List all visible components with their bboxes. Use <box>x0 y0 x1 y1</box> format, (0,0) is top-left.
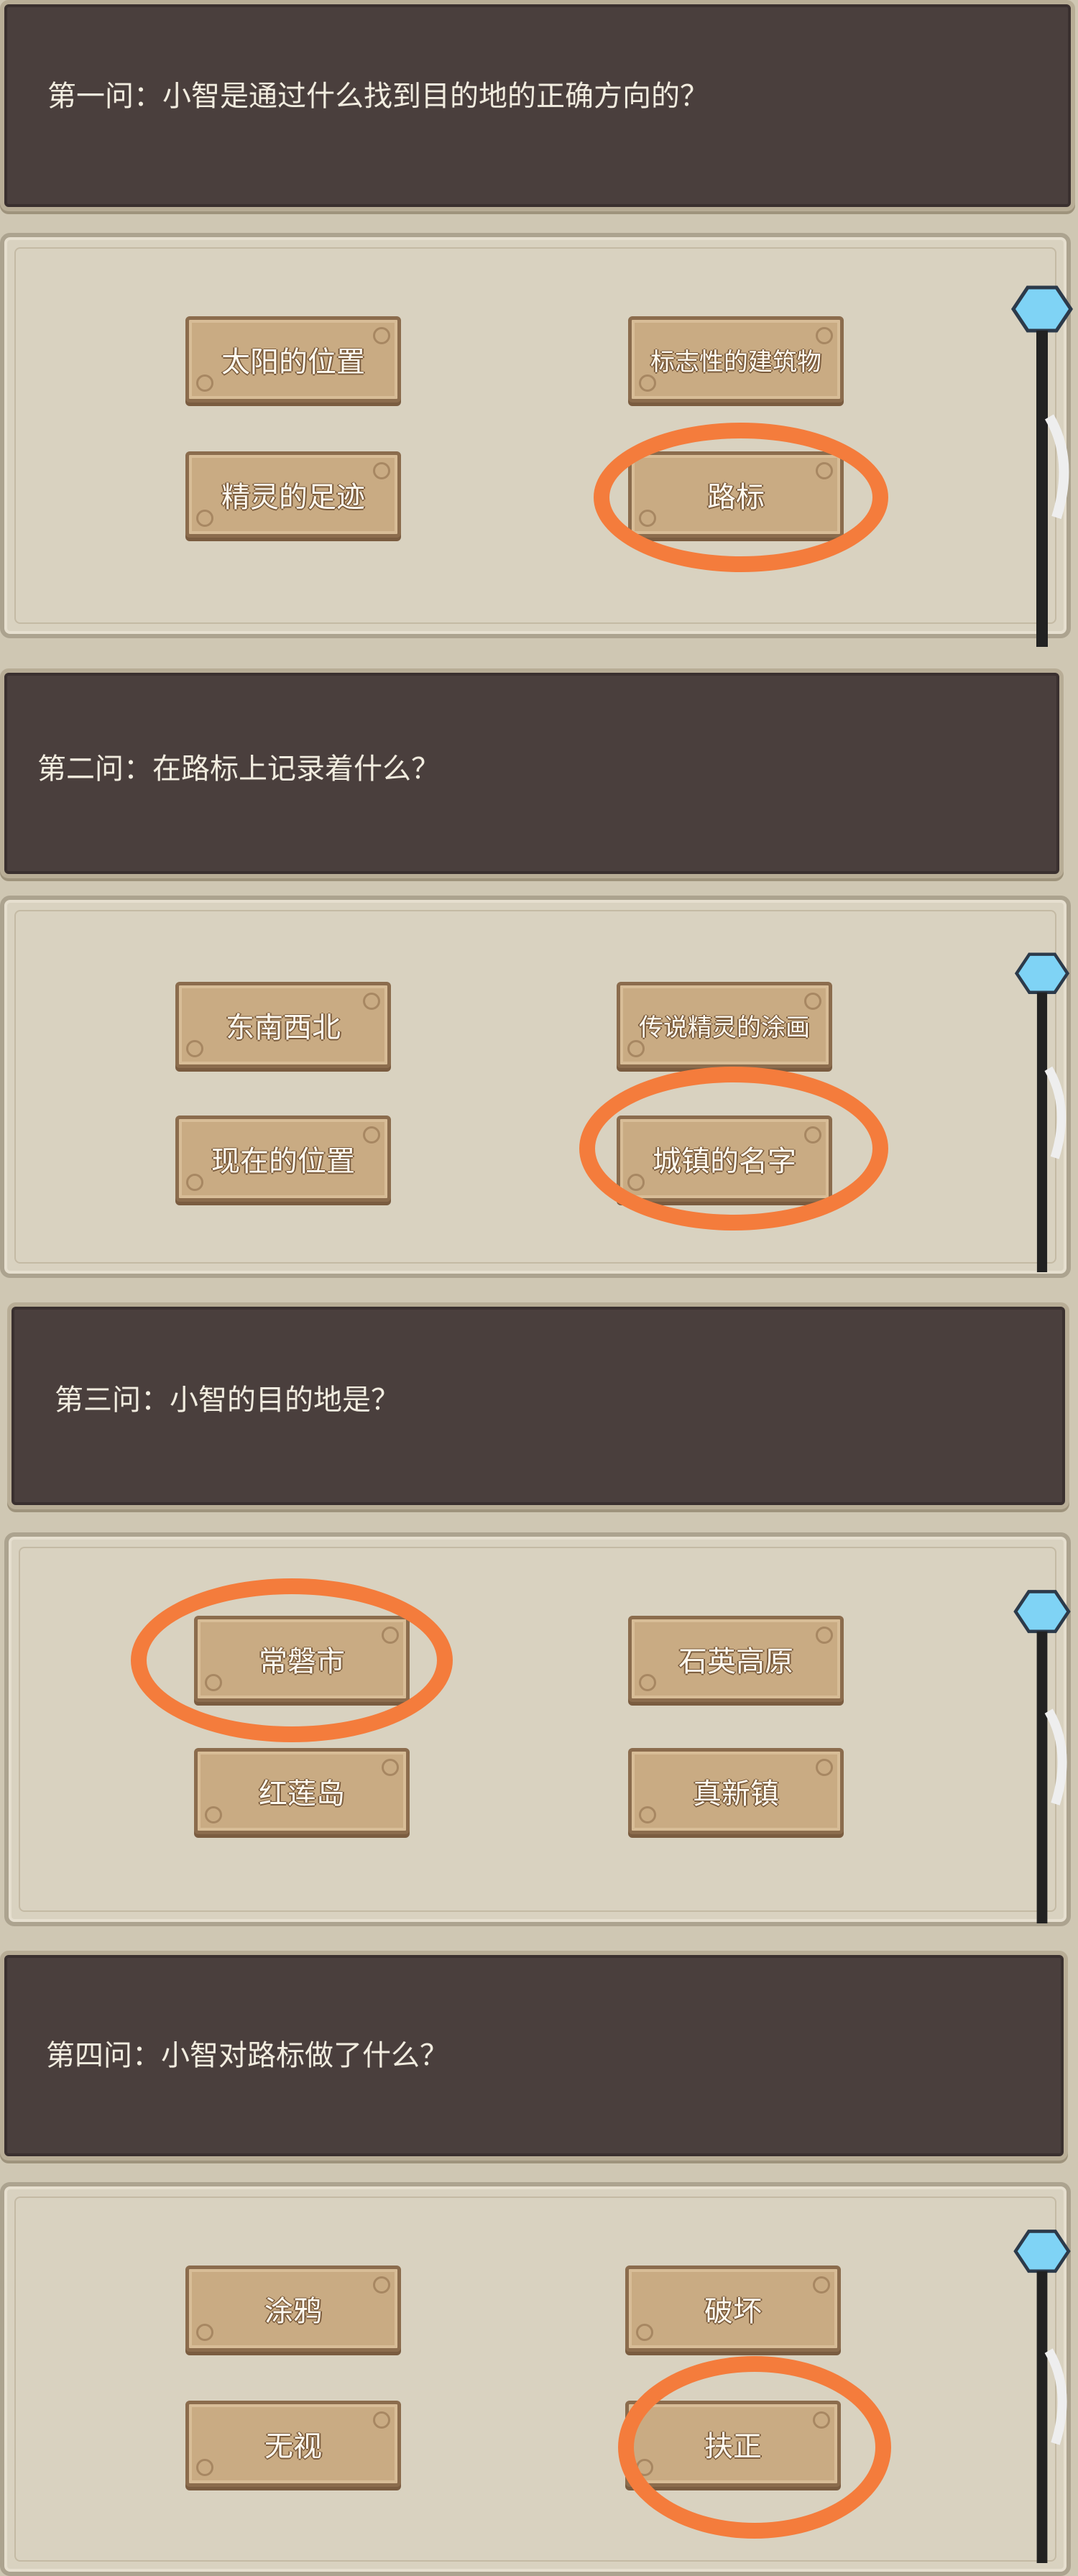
answer-button[interactable]: 精灵的足迹 <box>185 451 401 538</box>
answer-button[interactable]: 标志性的建筑物 <box>628 316 844 402</box>
quiz-section-4: 第四问：小智对路标做了什么？ 涂鸦 破坏 无视 扶正 <box>0 1941 1078 2576</box>
answer-panel <box>0 2182 1071 2576</box>
answer-label: 无视 <box>264 2430 322 2463</box>
answer-button[interactable]: 东南西北 <box>175 982 391 1068</box>
answer-label: 石英高原 <box>678 1645 793 1678</box>
answer-button[interactable]: 破坏 <box>625 2266 841 2352</box>
question-banner: 第一问：小智是通过什么找到目的地的正确方向的？ <box>0 0 1075 211</box>
answer-button[interactable]: 红莲岛 <box>194 1748 410 1834</box>
answer-button[interactable]: 无视 <box>185 2401 401 2487</box>
question-text: 第三问：小智的目的地是？ <box>55 1384 400 1417</box>
question-banner: 第二问：在路标上记录着什么？ <box>0 668 1064 878</box>
answer-button[interactable]: 扶正 <box>625 2401 841 2487</box>
question-text: 第四问：小智对路标做了什么？ <box>46 2039 448 2072</box>
answer-label: 标志性的建筑物 <box>650 347 821 377</box>
answer-panel <box>0 896 1071 1278</box>
answer-button[interactable]: 常磐市 <box>194 1616 410 1702</box>
answer-button[interactable]: 真新镇 <box>628 1748 844 1834</box>
question-text: 第一问：小智是通过什么找到目的地的正确方向的？ <box>47 80 709 113</box>
question-banner: 第三问：小智的目的地是？ <box>7 1302 1069 1509</box>
answer-label: 城镇的名字 <box>653 1145 796 1178</box>
answer-button[interactable]: 城镇的名字 <box>617 1116 832 1202</box>
answer-label: 涂鸦 <box>264 2295 322 2328</box>
answer-button[interactable]: 传说精灵的涂画 <box>617 982 832 1068</box>
quiz-section-3: 第三问：小智的目的地是？ 常磐市 石英高原 红莲岛 真新镇 <box>0 1294 1078 1941</box>
answer-button[interactable]: 现在的位置 <box>175 1116 391 1202</box>
answer-label: 扶正 <box>704 2430 762 2463</box>
answer-button[interactable]: 太阳的位置 <box>185 316 401 402</box>
answer-label: 真新镇 <box>693 1777 779 1811</box>
answer-label: 破坏 <box>704 2295 762 2328</box>
quiz-section-1: 第一问：小智是通过什么找到目的地的正确方向的？ 太阳的位置 标志性的建筑物 精灵… <box>0 0 1078 647</box>
answer-label: 东南西北 <box>226 1011 341 1044</box>
answer-panel <box>0 233 1071 638</box>
quiz-section-2: 第二问：在路标上记录着什么？ 东南西北 传说精灵的涂画 现在的位置 城镇的名字 <box>0 647 1078 1294</box>
answer-label: 常磐市 <box>259 1645 345 1678</box>
answer-button[interactable]: 路标 <box>628 451 844 538</box>
answer-panel <box>4 1532 1071 1926</box>
answer-label: 红莲岛 <box>259 1777 345 1811</box>
answer-label: 路标 <box>707 481 765 514</box>
question-text: 第二问：在路标上记录着什么？ <box>37 753 440 786</box>
answer-label: 现在的位置 <box>211 1145 355 1178</box>
answer-button[interactable]: 石英高原 <box>628 1616 844 1702</box>
answer-label: 精灵的足迹 <box>221 481 365 514</box>
answer-label: 太阳的位置 <box>221 346 365 379</box>
answer-button[interactable]: 涂鸦 <box>185 2266 401 2352</box>
answer-label: 传说精灵的涂画 <box>639 1013 810 1042</box>
question-banner: 第四问：小智对路标做了什么？ <box>0 1951 1068 2161</box>
